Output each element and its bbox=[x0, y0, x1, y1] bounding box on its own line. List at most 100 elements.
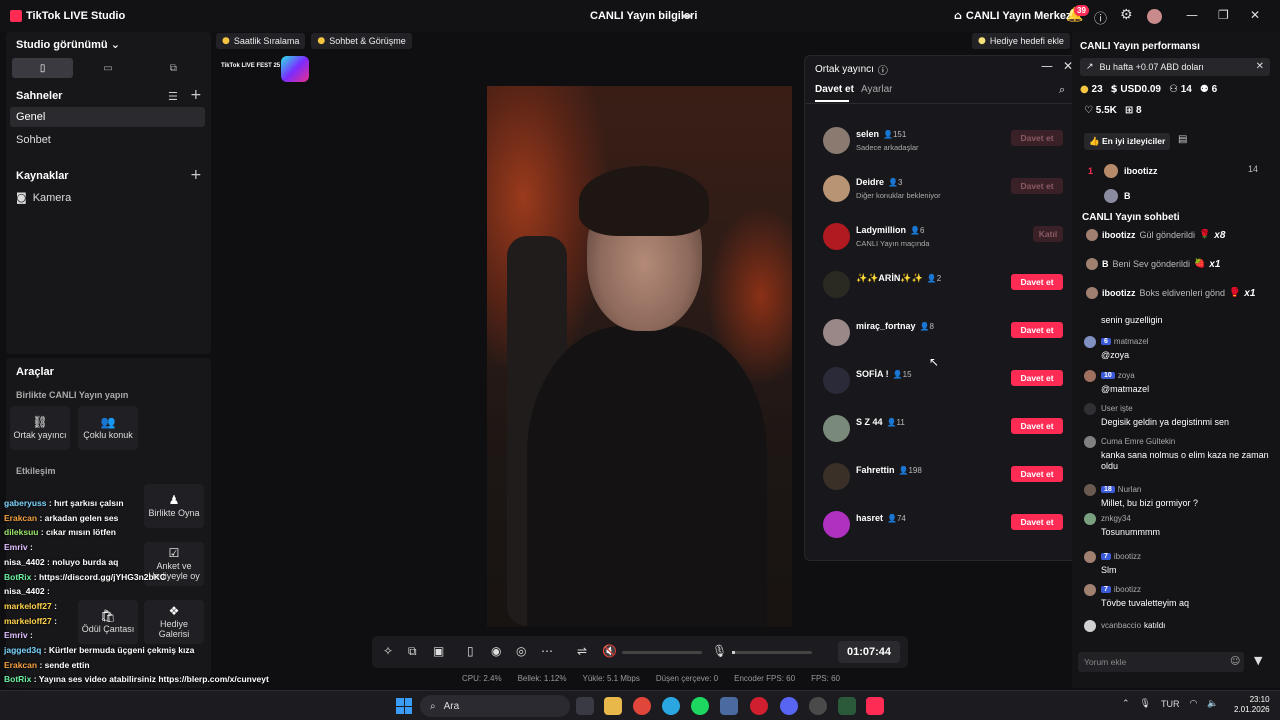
steam-icon[interactable] bbox=[720, 697, 738, 715]
sliders-icon[interactable]: ⇌ bbox=[577, 644, 587, 658]
clock[interactable]: 23:10 2.01.2026 bbox=[1234, 695, 1270, 715]
close-icon[interactable]: ✕ bbox=[1256, 61, 1264, 72]
trophy-icon: ● bbox=[222, 36, 230, 46]
invite-button[interactable]: Davet et bbox=[1011, 418, 1063, 434]
invite-button[interactable]: Davet et bbox=[1011, 178, 1063, 194]
top-viewer-row[interactable]: B bbox=[1088, 189, 1131, 203]
terminal-icon[interactable] bbox=[838, 697, 856, 715]
camera-settings-icon[interactable]: ◎ bbox=[516, 644, 526, 658]
scene-item-sohbet[interactable]: Sohbet bbox=[10, 130, 205, 150]
volume-icon[interactable]: 🔈 bbox=[1207, 699, 1218, 709]
minimize-icon[interactable]: — bbox=[1041, 59, 1053, 73]
add-source-icon[interactable]: ⧉ bbox=[408, 644, 417, 659]
phone-icon[interactable]: ▯ bbox=[467, 644, 474, 658]
gift-text: Gül gönderildi bbox=[1139, 230, 1196, 240]
comment-input[interactable]: Yorum ekle bbox=[1078, 652, 1244, 672]
windows-start-icon[interactable] bbox=[396, 698, 412, 714]
send-icon[interactable]: ▼ bbox=[1254, 654, 1262, 667]
list-icon[interactable]: ▤ bbox=[1178, 134, 1187, 145]
add-scene-icon[interactable]: + bbox=[190, 87, 202, 103]
chrome-icon[interactable] bbox=[633, 697, 651, 715]
file-explorer-icon[interactable] bbox=[604, 697, 622, 715]
top-viewers-tab[interactable]: 👍 En iyi izleyiciler bbox=[1084, 133, 1171, 150]
language-indicator[interactable]: TUR bbox=[1161, 699, 1180, 709]
cohost-tool-button[interactable]: ⛓ Ortak yayıncı bbox=[10, 406, 70, 450]
host-name: Fahrettin bbox=[856, 465, 895, 475]
stat-value: 6 bbox=[1211, 84, 1218, 95]
coin-icon: ● bbox=[317, 36, 326, 46]
mic-slider[interactable] bbox=[732, 651, 812, 654]
invite-button[interactable]: Davet et bbox=[1011, 514, 1063, 530]
message-user: ibootizz bbox=[1113, 552, 1142, 561]
microphone-icon[interactable]: 🎙 bbox=[712, 644, 727, 658]
invite-button[interactable]: Davet et bbox=[1011, 466, 1063, 482]
gear-icon[interactable]: ⚙ bbox=[1120, 7, 1133, 23]
search-icon[interactable]: ⌕ bbox=[1059, 83, 1065, 97]
coin-icon: ● bbox=[1080, 84, 1089, 95]
host-row: hasret 👤74 Davet et bbox=[823, 507, 1063, 547]
taskbar-search[interactable]: ⌕ Ara bbox=[420, 695, 570, 717]
studio-view-dropdown[interactable]: Studio görünümü ⌄ bbox=[16, 38, 120, 51]
portrait-view-icon[interactable]: ▯ bbox=[12, 58, 74, 78]
performance-stats-2: ♡ 5.5K ⊞ 8 bbox=[1084, 105, 1142, 116]
top-viewer-row[interactable]: 1 ibootizz bbox=[1088, 164, 1158, 178]
gift-icon: 🥊 bbox=[1229, 288, 1241, 298]
speaker-muted-icon[interactable]: 🔇 bbox=[602, 644, 617, 658]
volume-slider[interactable] bbox=[622, 651, 702, 654]
task-view-icon[interactable] bbox=[576, 697, 594, 715]
user-icon: 👤 bbox=[898, 465, 909, 475]
invite-button[interactable]: Davet et bbox=[1011, 322, 1063, 338]
obs-icon[interactable] bbox=[809, 697, 827, 715]
live-center-button[interactable]: ⌂ CANLI Yayın Merkezi bbox=[954, 9, 1075, 22]
spotify-icon[interactable] bbox=[691, 697, 709, 715]
multi-guest-tool-button[interactable]: 👥 Çoklu konuk bbox=[78, 406, 138, 450]
multi-view-icon[interactable]: ⧉ bbox=[143, 58, 204, 78]
more-icon[interactable]: ⋯ bbox=[541, 644, 553, 658]
stat-value: USD0.09 bbox=[1120, 84, 1161, 95]
invite-button[interactable]: Davet et bbox=[1011, 370, 1063, 386]
avatar bbox=[1084, 620, 1096, 632]
tab-settings[interactable]: Ayarlar bbox=[861, 84, 893, 95]
user-icon: 👤 bbox=[926, 274, 937, 283]
close-icon[interactable]: ✕ bbox=[1250, 8, 1260, 22]
invite-button[interactable]: Davet et bbox=[1011, 274, 1063, 290]
minimize-icon[interactable]: — bbox=[1186, 8, 1198, 22]
discord-icon[interactable] bbox=[780, 697, 798, 715]
maximize-icon[interactable]: ❐ bbox=[1218, 8, 1229, 22]
host-name-line: SOFİA ! 👤15 bbox=[856, 369, 912, 379]
collab-section-title: Birlikte CANLI Yayın yapın bbox=[16, 390, 129, 400]
host-row: Fahrettin 👤198 Davet et bbox=[823, 459, 1063, 499]
host-name-line: selen 👤151 bbox=[856, 129, 906, 139]
emoji-icon[interactable]: ☺ bbox=[1230, 656, 1240, 667]
overlay-chat-user: gaberyuss bbox=[4, 498, 47, 508]
gift-goal-button[interactable]: ● Hediye hedefi ekle bbox=[972, 33, 1070, 49]
gift-goal-label: Hediye hedefi ekle bbox=[989, 36, 1064, 46]
chevron-up-icon[interactable]: ⌃ bbox=[1122, 699, 1130, 709]
edge-icon[interactable] bbox=[662, 697, 680, 715]
invite-button[interactable]: Katıl bbox=[1033, 226, 1063, 242]
avatar[interactable] bbox=[1147, 9, 1162, 24]
host-name-line: Ladymillion 👤6 bbox=[856, 225, 924, 235]
wifi-icon[interactable]: ◠ bbox=[1189, 699, 1197, 709]
source-item-camera[interactable]: ◙ Kamera bbox=[16, 191, 71, 204]
layout-icon[interactable]: ▣ bbox=[433, 644, 444, 658]
help-icon[interactable]: ⓘ bbox=[1094, 8, 1107, 27]
microphone-icon[interactable]: 🎙 bbox=[1140, 699, 1151, 709]
livefest-badge: TikTok LIVE FEST 25 bbox=[219, 56, 311, 82]
invite-button[interactable]: Davet et bbox=[1011, 130, 1063, 146]
add-source-icon[interactable]: + bbox=[190, 167, 202, 183]
share-icon[interactable]: ➦ bbox=[682, 9, 692, 23]
help-icon[interactable]: ⓘ bbox=[878, 62, 888, 77]
magic-wand-icon[interactable]: ✧ bbox=[383, 644, 393, 658]
opera-icon[interactable] bbox=[750, 697, 768, 715]
tiktok-studio-icon[interactable] bbox=[866, 697, 884, 715]
record-icon[interactable]: ◉ bbox=[491, 644, 501, 658]
scene-item-genel[interactable]: Genel bbox=[10, 107, 205, 127]
chat-talk-tag[interactable]: ● Sohbet & Görüşme bbox=[311, 33, 412, 49]
landscape-view-icon[interactable]: ▭ bbox=[77, 58, 138, 78]
overlay-chat-line: Emriv : bbox=[4, 630, 33, 641]
tab-invite[interactable]: Davet et bbox=[815, 84, 854, 95]
list-icon[interactable]: ☰ bbox=[168, 90, 178, 103]
stat-item: $ USD0.09 bbox=[1111, 84, 1161, 95]
hourly-ranking-tag[interactable]: ● Saatlik Sıralama bbox=[216, 33, 306, 49]
